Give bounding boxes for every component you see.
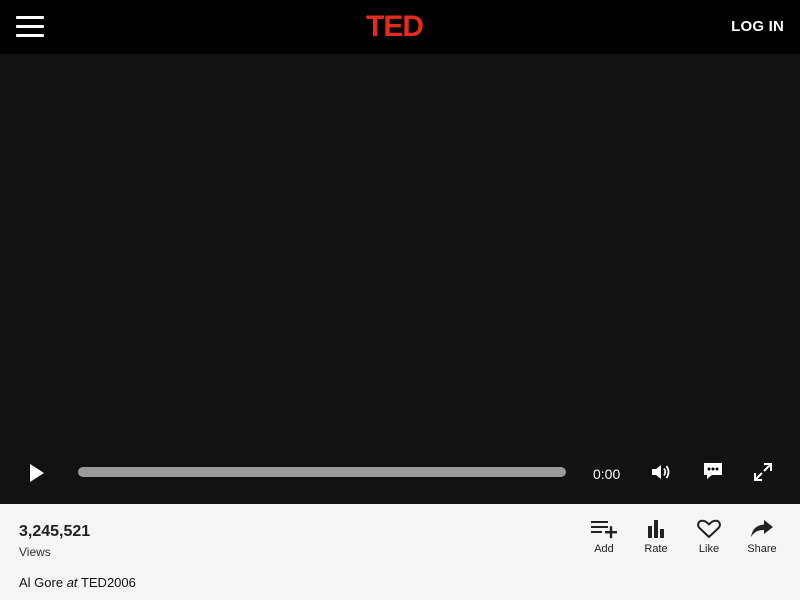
current-time: 0:00 (593, 466, 621, 482)
rate-button[interactable]: Rate (630, 518, 682, 560)
add-to-list-icon (591, 521, 617, 539)
share-arrow-icon (751, 520, 773, 537)
share-label: Share (747, 543, 777, 555)
top-navigation-bar: TED LOG IN (0, 0, 800, 54)
play-icon[interactable] (26, 462, 48, 484)
views-label: Views (19, 545, 51, 559)
like-label: Like (698, 543, 720, 555)
progress-bar[interactable] (78, 467, 566, 477)
login-link[interactable]: LOG IN (731, 18, 784, 36)
at-word: at (66, 575, 78, 590)
rate-bars-icon (648, 520, 664, 538)
video-player-area[interactable] (0, 54, 800, 504)
views-count: 3,245,521 (19, 523, 91, 540)
speaker-event-line: Al Gore at TED2006 (19, 575, 136, 591)
event-name[interactable]: TED2006 (81, 575, 136, 590)
rate-label: Rate (644, 543, 668, 555)
volume-icon[interactable] (650, 462, 672, 482)
speaker-name[interactable]: Al Gore (19, 575, 63, 590)
ted-logo[interactable]: TED (366, 11, 424, 43)
share-button[interactable]: Share (736, 518, 788, 560)
add-button[interactable]: Add (578, 518, 630, 560)
captions-icon[interactable] (702, 461, 724, 481)
heart-icon (697, 519, 721, 538)
hamburger-menu-icon[interactable] (16, 16, 44, 38)
like-button[interactable]: Like (683, 518, 735, 560)
add-label: Add (594, 543, 614, 555)
fullscreen-icon[interactable] (753, 462, 773, 482)
